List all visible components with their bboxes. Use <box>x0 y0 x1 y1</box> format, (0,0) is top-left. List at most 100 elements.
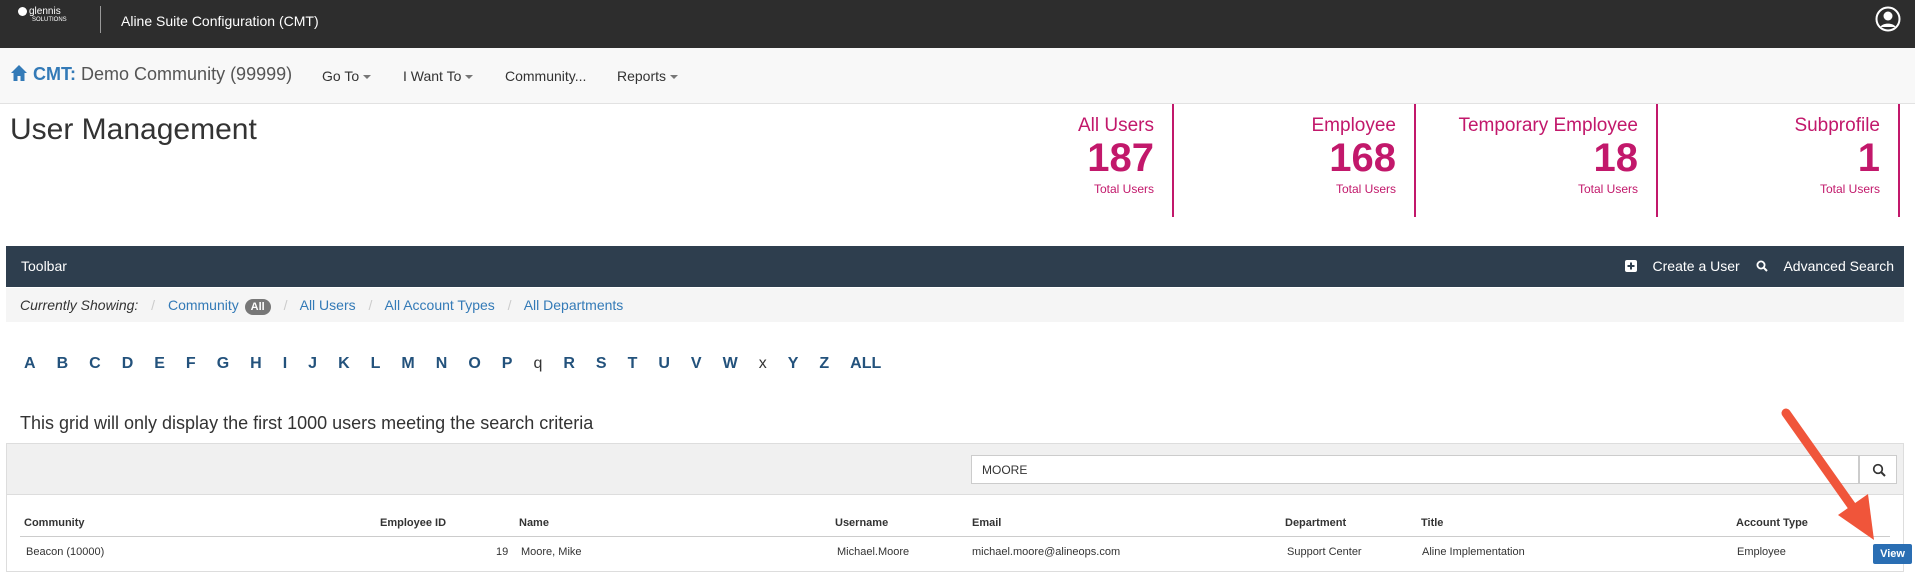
column-header-title[interactable]: Title <box>1421 517 1443 529</box>
letter-link[interactable]: B <box>57 355 69 373</box>
alphabet-filter: A B C D E F G H I J K L M N O Pq R S T U V Wx Y Z ALL <box>24 355 902 373</box>
stat-label: Temporary Employee <box>1458 115 1638 136</box>
filter-community-link[interactable]: Community All <box>167 297 271 315</box>
nav-go-to-label: Go To <box>322 68 360 84</box>
caret-down-icon <box>465 75 474 80</box>
stat-subtext: Total Users <box>1819 182 1880 196</box>
advanced-search-button[interactable]: Advanced Search <box>1756 258 1894 274</box>
letter-link[interactable]: C <box>89 355 101 373</box>
cell-employee-id: 19 <box>496 546 509 558</box>
column-header-employee-id[interactable]: Employee ID <box>380 517 446 529</box>
letter-link[interactable]: Y <box>788 355 799 373</box>
filter-departments-link[interactable]: All Departments <box>524 297 624 313</box>
stat-subtext: Total Users <box>1335 182 1396 196</box>
user-grid: MOORE <box>6 443 1904 572</box>
stat-value: 168 <box>1329 136 1396 180</box>
letter-link[interactable]: G <box>217 355 229 373</box>
letter-link[interactable]: U <box>658 355 670 373</box>
letter-link[interactable]: Z <box>819 355 829 373</box>
letter-link[interactable]: E <box>154 355 165 373</box>
nav-reports-label: Reports <box>617 68 667 84</box>
letter-link[interactable]: W <box>723 355 738 373</box>
stat-value: 187 <box>1087 136 1154 180</box>
letter-link[interactable]: P <box>502 355 513 373</box>
top-header: glennis SOLUTIONS Aline Suite Configurat… <box>0 0 1915 48</box>
breadcrumb-separator: / <box>151 297 156 313</box>
stat-all-users[interactable]: All Users 187 Total Users <box>1040 104 1174 217</box>
create-user-label: Create a User <box>1652 258 1740 274</box>
stat-employee[interactable]: Employee 168 Total Users <box>1174 104 1416 217</box>
letter-link[interactable]: V <box>691 355 702 373</box>
stat-subtext: Total Users <box>1093 182 1154 196</box>
view-user-button[interactable]: View <box>1873 544 1912 564</box>
community-badge: All <box>244 299 271 315</box>
column-header-username[interactable]: Username <box>835 517 888 529</box>
advanced-search-label: Advanced Search <box>1783 258 1894 274</box>
cell-department: Support Center <box>1287 546 1362 558</box>
letter-link[interactable]: D <box>122 355 134 373</box>
letter-link[interactable]: H <box>250 355 262 373</box>
home-icon <box>11 65 27 81</box>
column-header-department[interactable]: Department <box>1285 517 1346 529</box>
letter-link[interactable]: S <box>596 355 607 373</box>
letter-disabled: x <box>758 355 767 372</box>
filter-breadcrumb: Currently Showing: / Community All / All… <box>6 288 1904 322</box>
search-icon <box>1756 260 1768 272</box>
cell-account-type: Employee <box>1737 546 1786 558</box>
logo-mark-icon <box>18 7 27 16</box>
nav-reports[interactable]: Reports <box>617 68 679 84</box>
app-title: Aline Suite Configuration (CMT) <box>121 13 319 29</box>
user-account-icon[interactable] <box>1875 6 1901 32</box>
stat-label: All Users <box>1077 115 1154 136</box>
nav-community[interactable]: Community... <box>505 68 586 84</box>
breadcrumb-separator: / <box>368 297 373 313</box>
column-header-email[interactable]: Email <box>972 517 1001 529</box>
letter-link[interactable]: M <box>401 355 414 373</box>
column-header-name[interactable]: Name <box>519 517 549 529</box>
nav-go-to[interactable]: Go To <box>322 68 372 84</box>
cell-email: michael.moore@alineops.com <box>972 546 1121 558</box>
letter-link[interactable]: O <box>468 355 480 373</box>
column-header-account-type[interactable]: Account Type <box>1736 517 1808 529</box>
grid-note: This grid will only display the first 10… <box>20 413 594 433</box>
letter-link[interactable]: I <box>283 355 287 373</box>
logo-subtext: SOLUTIONS <box>32 17 67 24</box>
stat-temporary-employee[interactable]: Temporary Employee 18 Total Users <box>1416 104 1658 217</box>
letter-link[interactable]: F <box>186 355 196 373</box>
main-navbar: CMT: Demo Community (99999) Go To I Want… <box>0 48 1915 104</box>
stat-label: Subprofile <box>1794 115 1880 136</box>
column-header-community[interactable]: Community <box>24 517 85 529</box>
plus-square-icon <box>1624 260 1637 272</box>
letter-link[interactable]: N <box>436 355 448 373</box>
stat-label: Employee <box>1311 115 1397 136</box>
nav-i-want-to-label: I Want To <box>403 68 462 84</box>
letter-link[interactable]: R <box>563 355 575 373</box>
glennis-logo[interactable]: glennis SOLUTIONS <box>18 7 67 25</box>
filter-account-types-link[interactable]: All Account Types <box>385 297 495 313</box>
toolbar-actions: Create a User Advanced Search <box>1613 258 1894 274</box>
letter-link[interactable]: K <box>338 355 350 373</box>
nav-i-want-to[interactable]: I Want To <box>403 68 474 84</box>
letter-link[interactable]: T <box>628 355 638 373</box>
stat-subprofile[interactable]: Subprofile 1 Total Users <box>1658 104 1900 217</box>
filter-users-link[interactable]: All Users <box>300 297 356 313</box>
header-divider-line <box>20 536 1890 537</box>
toolbar: Toolbar Create a User Advanced Search <box>6 246 1904 287</box>
search-button[interactable] <box>1859 455 1897 484</box>
cell-community: Beacon (10000) <box>26 546 105 558</box>
search-input[interactable]: MOORE <box>971 455 1859 484</box>
stat-subtext: Total Users <box>1577 182 1638 196</box>
cell-username: Michael.Moore <box>837 546 910 558</box>
filter-community-label: Community <box>167 297 239 313</box>
create-user-button[interactable]: Create a User <box>1624 258 1744 274</box>
letter-link-all[interactable]: ALL <box>850 355 881 373</box>
letter-disabled: q <box>533 355 543 372</box>
nav-community-label: Community... <box>505 68 587 84</box>
breadcrumb-separator: / <box>283 297 288 313</box>
community-brand[interactable]: CMT: Demo Community (99999) <box>10 64 292 85</box>
caret-down-icon <box>363 75 372 80</box>
letter-link[interactable]: L <box>371 355 381 373</box>
letter-link[interactable]: A <box>24 355 36 373</box>
page-title: User Management <box>10 113 257 146</box>
letter-link[interactable]: J <box>308 355 317 373</box>
